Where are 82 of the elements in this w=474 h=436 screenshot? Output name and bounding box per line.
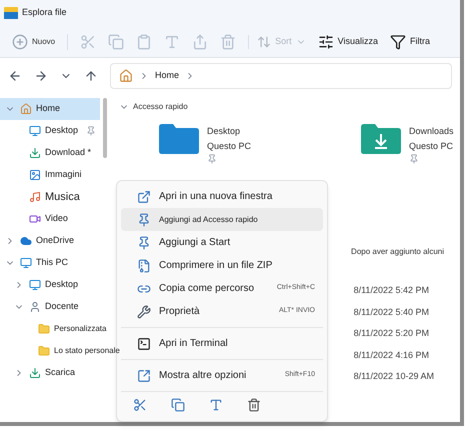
view-icon [318, 34, 334, 50]
forward-icon[interactable] [34, 69, 48, 83]
date-cell-text: 8/11/2022 5:20 PM [354, 327, 430, 340]
sidebar-item[interactable]: Musica [0, 186, 100, 208]
sidebar-label: Video [45, 212, 68, 226]
folder-icon [361, 124, 402, 154]
section-title: Accesso rapido [133, 101, 188, 113]
open-window-icon [137, 190, 151, 204]
sidebar-item[interactable]: Desktop [0, 274, 100, 296]
pin-icon [137, 212, 151, 226]
delete-icon[interactable] [247, 398, 261, 412]
sidebar-item[interactable]: Lo stato personale [0, 340, 124, 362]
date-cell-text: 8/11/2022 5:40 PM [354, 306, 430, 319]
sidebar-item[interactable]: Home [0, 98, 100, 120]
tile-location: Questo PC [409, 140, 454, 153]
window-title: Esplora file [22, 6, 67, 20]
sort-icon [257, 34, 272, 48]
date-cell-text: 8/11/2022 4:16 PM [354, 348, 430, 362]
wrench-icon [137, 304, 151, 318]
folder-icon [159, 124, 199, 154]
sidebar-label: Desktop [45, 124, 78, 138]
address-bar[interactable]: Home [110, 63, 452, 89]
sidebar-item[interactable]: OneDrive [0, 230, 100, 252]
sidebar-label: Personalizzata [54, 323, 106, 335]
menu-item[interactable]: Aggiungi a Start [121, 231, 323, 254]
more-options-icon [137, 368, 151, 382]
recent-message: Dopo aver aggiunto alcuni [351, 246, 444, 258]
archive-icon [137, 258, 151, 272]
sidebar-label: Desktop [45, 278, 78, 292]
pin-icon [137, 236, 151, 250]
up-icon[interactable] [84, 69, 98, 83]
sidebar-label: Musica [45, 190, 80, 205]
sidebar-label: This PC [36, 256, 68, 270]
sidebar-item[interactable]: Personalizzata [0, 318, 110, 340]
menu-item[interactable]: Comprimere in un file ZIP [121, 254, 323, 277]
sidebar-label: Home [36, 102, 60, 116]
sidebar-label: Lo stato personale [54, 345, 120, 357]
copy-icon[interactable] [171, 398, 185, 412]
terminal-icon [137, 336, 151, 350]
plus-icon [12, 34, 28, 50]
sidebar-item[interactable]: Desktop [0, 120, 100, 142]
rename-icon[interactable] [209, 398, 223, 412]
sidebar-item[interactable]: Docente [0, 296, 100, 318]
filter-button[interactable]: Filtra [390, 34, 430, 50]
folder-icon [38, 323, 50, 335]
sidebar-label: OneDrive [36, 234, 74, 248]
view-button[interactable]: Visualizza [318, 34, 378, 50]
download-icon [29, 147, 41, 159]
date-cell-text: 8/11/2022 10-29 AM [354, 370, 434, 384]
monitor-icon [29, 125, 41, 137]
sidebar-label: Docente [45, 300, 79, 314]
music-icon [29, 191, 41, 203]
image-icon [29, 169, 41, 181]
scrollbar[interactable] [103, 98, 107, 158]
sidebar-item[interactable]: Download * [0, 142, 100, 164]
sidebar-item[interactable]: Video [0, 208, 100, 230]
monitor-icon [20, 257, 32, 269]
sidebar-label: Download * [45, 146, 92, 160]
tile-name: Desktop [207, 125, 242, 138]
download-icon [29, 367, 41, 379]
tile-location: Questo PC [207, 140, 252, 153]
filter-icon [390, 34, 406, 50]
cut-icon[interactable] [133, 398, 147, 412]
sidebar-label: Scarica [45, 366, 76, 380]
menu-item[interactable]: Aggiungi ad Accesso rapido [121, 208, 323, 231]
user-icon [29, 301, 41, 313]
sidebar-item[interactable]: This PC [0, 252, 100, 274]
folder-icon [4, 7, 18, 19]
sidebar-item[interactable]: Immagini [0, 164, 100, 186]
cloud-icon [20, 235, 32, 247]
video-icon [29, 213, 41, 225]
back-icon[interactable] [8, 69, 22, 83]
date-cell-text: 8/11/2022 5:42 PM [354, 284, 430, 297]
sidebar-item[interactable]: Scarica [0, 362, 100, 384]
folder-icon [38, 345, 50, 357]
tile-name: Downloads [409, 125, 454, 138]
new-button[interactable]: Nuovo [12, 34, 68, 50]
menu-item[interactable]: Apri in una nuova finestra [121, 185, 323, 208]
home-icon [20, 103, 32, 115]
sidebar-label: Immagini [45, 168, 82, 182]
monitor-icon [29, 279, 41, 291]
menu-item[interactable]: Apri in Terminal [121, 332, 323, 355]
